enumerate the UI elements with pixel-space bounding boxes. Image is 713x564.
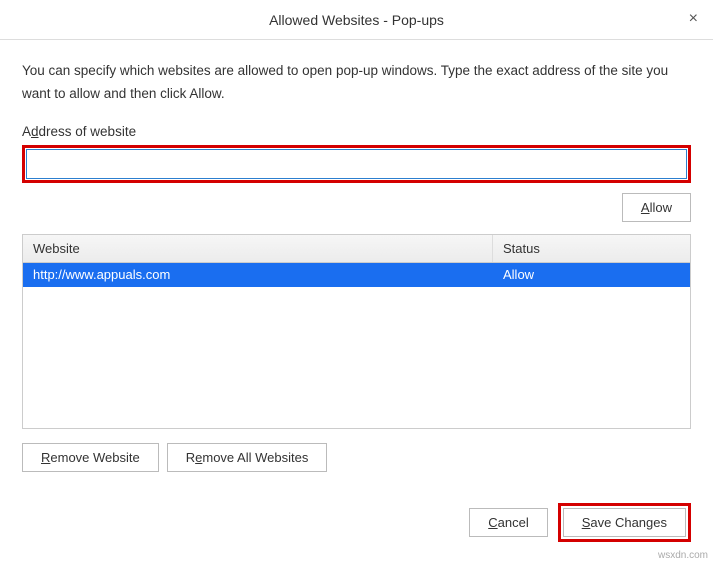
save-changes-button[interactable]: Save Changes bbox=[563, 508, 686, 537]
remove-all-websites-button[interactable]: Remove All Websites bbox=[167, 443, 328, 472]
cancel-button[interactable]: Cancel bbox=[469, 508, 547, 537]
allow-button[interactable]: Allow bbox=[622, 193, 691, 222]
close-icon[interactable]: × bbox=[689, 10, 698, 28]
table-header: Website Status bbox=[23, 235, 690, 263]
dialog-content: You can specify which websites are allow… bbox=[0, 40, 713, 492]
remove-website-button[interactable]: Remove Website bbox=[22, 443, 159, 472]
column-header-website[interactable]: Website bbox=[23, 235, 493, 262]
dialog-footer: Cancel Save Changes bbox=[469, 503, 691, 542]
cell-website: http://www.appuals.com bbox=[23, 263, 493, 287]
site-watermark: wsxdn.com bbox=[658, 550, 708, 561]
column-header-status[interactable]: Status bbox=[493, 235, 690, 262]
save-button-highlight: Save Changes bbox=[558, 503, 691, 542]
titlebar: Allowed Websites - Pop-ups × bbox=[0, 0, 713, 40]
table-body: http://www.appuals.com Allow bbox=[23, 263, 690, 427]
dialog-title: Allowed Websites - Pop-ups bbox=[269, 12, 444, 28]
address-label: Address of website bbox=[22, 124, 691, 139]
address-input-highlight bbox=[22, 145, 691, 183]
description-text: You can specify which websites are allow… bbox=[22, 60, 691, 106]
table-row[interactable]: http://www.appuals.com Allow bbox=[23, 263, 690, 287]
websites-table: Website Status http://www.appuals.com Al… bbox=[22, 234, 691, 429]
cell-status: Allow bbox=[493, 263, 690, 287]
address-input[interactable] bbox=[26, 149, 687, 179]
